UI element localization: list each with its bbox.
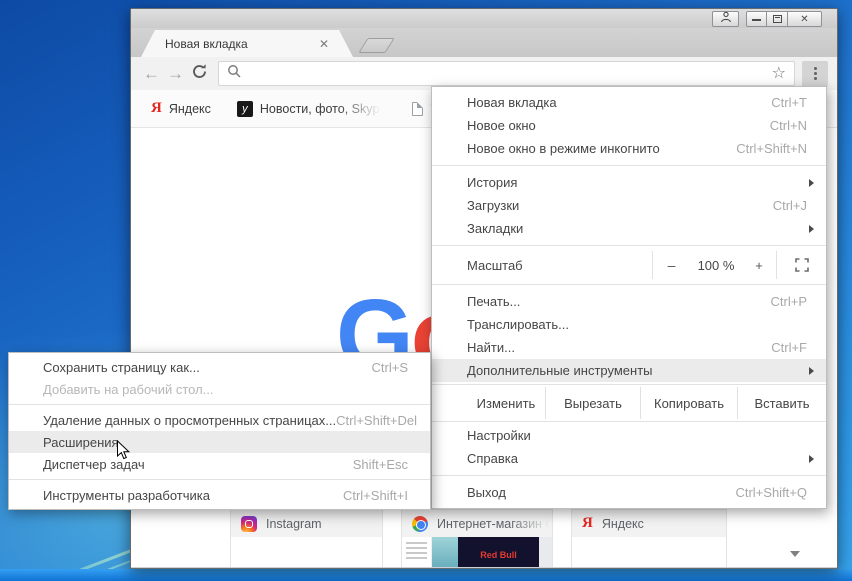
- chrome-menu: Новая вкладка Ctrl+T Новое окно Ctrl+N Н…: [431, 86, 827, 509]
- menu-separator: [432, 421, 826, 422]
- menu-item-new-tab[interactable]: Новая вкладка Ctrl+T: [432, 91, 826, 114]
- submenu-arrow-icon: [809, 179, 814, 187]
- tab-new-tab[interactable]: Новая вкладка ✕: [141, 30, 353, 57]
- zoom-level-value: 100 %: [690, 251, 742, 279]
- menu-item-cast[interactable]: Транслировать...: [432, 313, 826, 336]
- minimize-icon: [752, 17, 761, 21]
- top-site-tile-instagram[interactable]: Instagram: [230, 509, 383, 567]
- thumbnail-sidebar: [402, 537, 432, 567]
- minimize-button[interactable]: [746, 11, 767, 27]
- submenu-arrow-icon: [809, 225, 814, 233]
- chrome-menu-button[interactable]: [802, 61, 828, 87]
- zoom-in-button[interactable]: +: [742, 251, 776, 279]
- menu-item-bookmarks[interactable]: Закладки: [432, 217, 826, 240]
- page-favicon: [412, 102, 423, 116]
- maximize-icon: [773, 15, 782, 23]
- news-favicon: y: [237, 101, 253, 117]
- top-site-tile-webstore[interactable]: Интернет-магазин C Red Bull: [401, 509, 553, 567]
- submenu-item-task-manager[interactable]: Диспетчер задач Shift+Esc: [9, 453, 430, 475]
- submenu-item-extensions[interactable]: Расширения: [9, 431, 430, 453]
- scroll-down-icon[interactable]: [790, 551, 800, 557]
- address-bar[interactable]: [218, 61, 795, 86]
- menu-separator: [432, 165, 826, 166]
- reload-button[interactable]: [191, 63, 208, 85]
- maximize-button[interactable]: [767, 11, 788, 27]
- close-button[interactable]: [788, 11, 822, 27]
- submenu-item-add-to-desktop: Добавить на рабочий стол...: [9, 378, 430, 400]
- fullscreen-icon: [795, 258, 809, 272]
- menu-item-help[interactable]: Справка: [432, 447, 826, 470]
- forward-button[interactable]: [167, 65, 184, 82]
- menu-item-exit[interactable]: Выход Ctrl+Shift+Q: [432, 481, 826, 504]
- bookmark-yandex[interactable]: Я Яндекс: [151, 100, 211, 117]
- submenu-arrow-icon: [809, 367, 814, 375]
- paste-button[interactable]: Вставить: [737, 387, 826, 419]
- fullscreen-button[interactable]: [777, 251, 826, 279]
- menu-separator: [432, 284, 826, 285]
- menu-item-downloads[interactable]: Загрузки Ctrl+J: [432, 194, 826, 217]
- tab-close-icon[interactable]: ✕: [319, 38, 329, 50]
- yandex-icon: Я: [582, 515, 593, 532]
- menu-edit-row: Изменить Вырезать Копировать Вставить: [432, 387, 826, 419]
- bookmark-label: Новости, фото, Skype: [260, 102, 387, 116]
- thumbnail-banner: Red Bull: [458, 537, 539, 567]
- tab-strip: Новая вкладка ✕: [131, 28, 837, 57]
- back-button[interactable]: [143, 65, 160, 82]
- bookmark-star-icon[interactable]: [772, 65, 786, 83]
- edit-label: Изменить: [432, 387, 545, 419]
- new-tab-button[interactable]: [358, 38, 394, 53]
- menu-item-find[interactable]: Найти... Ctrl+F: [432, 336, 826, 359]
- submenu-arrow-icon: [809, 455, 814, 463]
- tile-label: Интернет-магазин C: [437, 517, 552, 531]
- submenu-item-save-page[interactable]: Сохранить страницу как... Ctrl+S: [9, 356, 430, 378]
- cut-button[interactable]: Вырезать: [545, 387, 640, 419]
- menu-item-settings[interactable]: Настройки: [432, 424, 826, 447]
- menu-item-history[interactable]: История: [432, 171, 826, 194]
- menu-separator: [9, 479, 430, 480]
- copy-button[interactable]: Копировать: [640, 387, 737, 419]
- desktop-bottom-band: [0, 569, 852, 581]
- instagram-icon: [241, 516, 257, 532]
- mouse-cursor-icon: [116, 440, 131, 466]
- window-titlebar[interactable]: [131, 9, 837, 28]
- profile-button[interactable]: [712, 11, 739, 27]
- top-site-tile-yandex[interactable]: Я Яндекс: [571, 509, 727, 567]
- bookmark-news[interactable]: y Новости, фото, Skype: [237, 101, 387, 117]
- zoom-out-button[interactable]: –: [653, 251, 690, 279]
- menu-item-print[interactable]: Печать... Ctrl+P: [432, 290, 826, 313]
- menu-separator: [432, 475, 826, 476]
- submenu-item-developer-tools[interactable]: Инструменты разработчика Ctrl+Shift+I: [9, 484, 430, 506]
- submenu-item-clear-browsing-data[interactable]: Удаление данных о просмотренных страница…: [9, 409, 430, 431]
- chrome-icon: [412, 516, 428, 532]
- menu-item-new-window[interactable]: Новое окно Ctrl+N: [432, 114, 826, 137]
- tile-label: Яндекс: [602, 517, 644, 531]
- menu-item-more-tools[interactable]: Дополнительные инструменты: [432, 359, 826, 382]
- menu-separator: [432, 384, 826, 385]
- menu-separator: [9, 404, 430, 405]
- menu-item-incognito[interactable]: Новое окно в режиме инкогнито Ctrl+Shift…: [432, 137, 826, 160]
- menu-item-zoom: Масштаб – 100 % +: [432, 251, 826, 279]
- address-input[interactable]: [248, 66, 765, 81]
- tile-label: Instagram: [266, 517, 322, 531]
- yandex-favicon: Я: [151, 100, 162, 117]
- bookmark-label: Яндекс: [169, 102, 211, 116]
- search-icon: [227, 64, 241, 83]
- three-dot-icon: [814, 67, 817, 70]
- menu-separator: [432, 245, 826, 246]
- person-icon: [720, 10, 732, 28]
- more-tools-submenu: Сохранить страницу как... Ctrl+S Добавит…: [8, 352, 431, 510]
- close-icon: [800, 14, 808, 25]
- tab-title: Новая вкладка: [165, 37, 319, 51]
